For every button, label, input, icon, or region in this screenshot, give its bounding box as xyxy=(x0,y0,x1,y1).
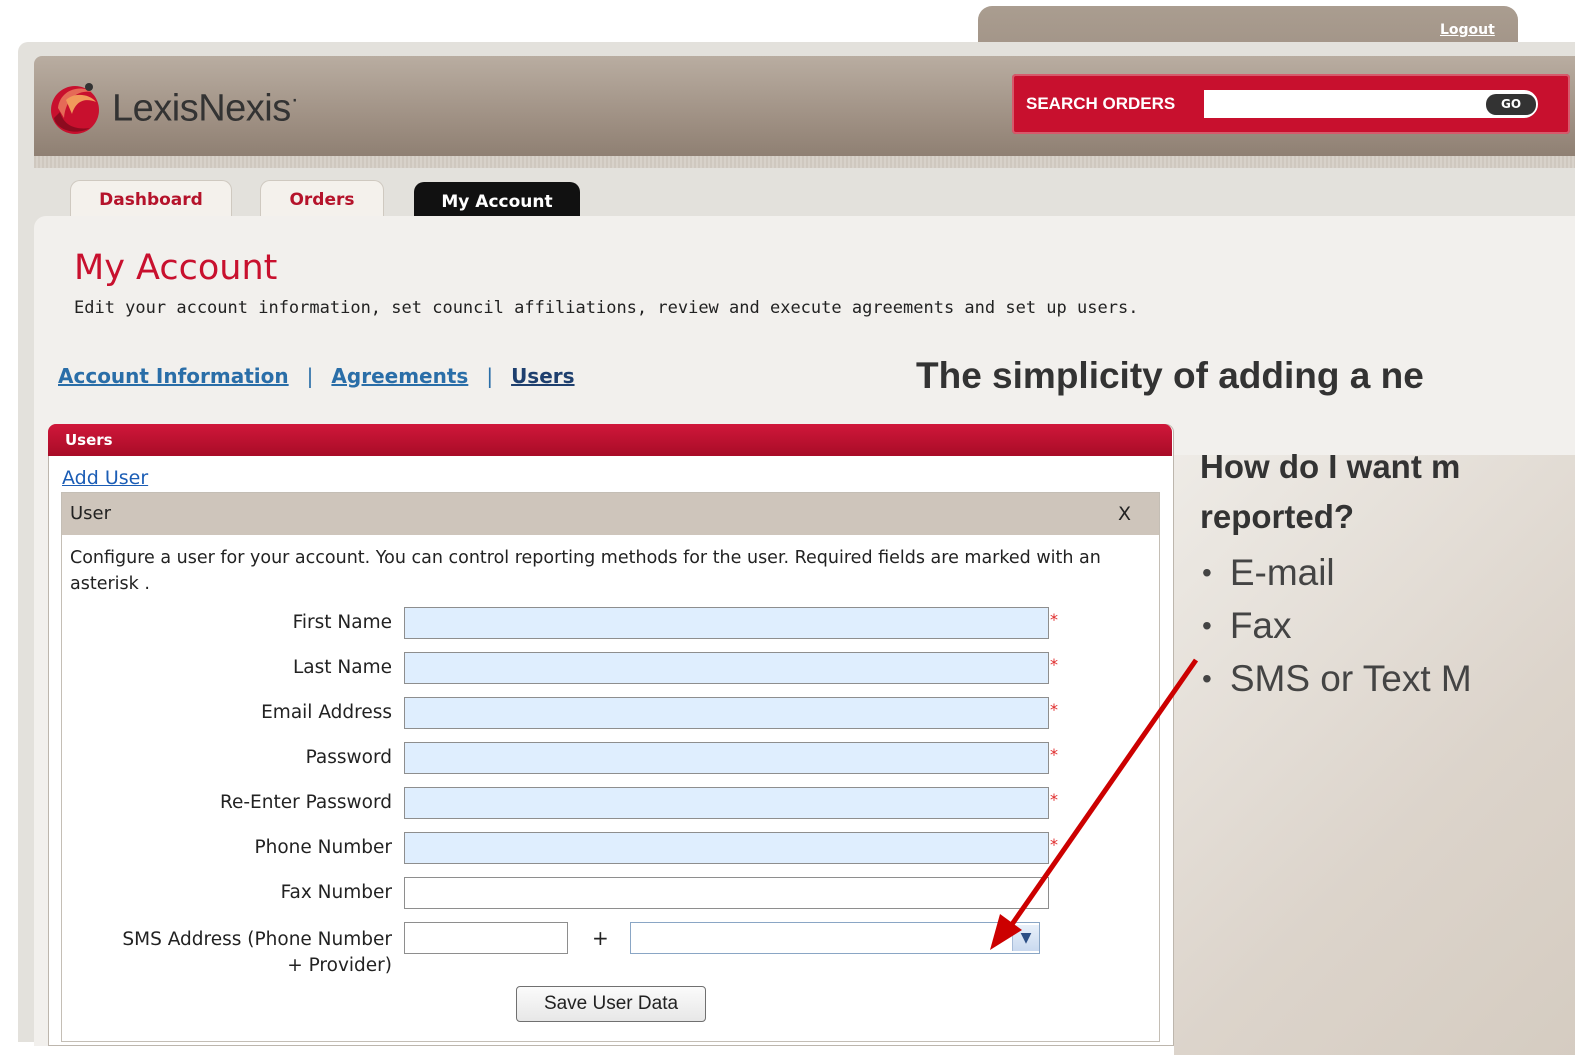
tab-dashboard[interactable]: Dashboard xyxy=(70,180,232,220)
sms-address-label: SMS Address (Phone Number + Provider) xyxy=(122,927,392,979)
logo-wordmark: LexisNexis· xyxy=(112,86,299,131)
required-mark: * xyxy=(1050,790,1058,809)
email-address-label: Email Address xyxy=(261,702,392,723)
subnav-users[interactable]: Users xyxy=(511,364,574,388)
sms-plus-sign: + xyxy=(592,926,609,950)
required-mark: * xyxy=(1050,700,1058,719)
required-mark: * xyxy=(1050,835,1058,854)
page-subtitle: Edit your account information, set counc… xyxy=(74,298,1139,318)
subnav-agreements[interactable]: Agreements xyxy=(331,364,468,388)
required-mark: * xyxy=(1050,610,1058,629)
user-form-intro: Configure a user for your account. You c… xyxy=(70,548,1101,594)
reenter-password-field[interactable] xyxy=(404,787,1049,819)
email-address-field[interactable] xyxy=(404,697,1049,729)
save-user-data-button[interactable]: Save User Data xyxy=(516,986,706,1022)
phone-number-label: Phone Number xyxy=(254,837,392,858)
logo-text: LexisNexis xyxy=(112,87,291,130)
users-section-header: Users xyxy=(48,424,1172,456)
last-name-field[interactable] xyxy=(404,652,1049,684)
callout-list-item: • Fax xyxy=(1202,605,1472,658)
callout-item-fax: Fax xyxy=(1229,605,1292,646)
required-mark: * xyxy=(1050,745,1058,764)
password-field[interactable] xyxy=(404,742,1049,774)
header-separator xyxy=(34,156,1575,168)
phone-number-field[interactable] xyxy=(404,832,1049,864)
reenter-password-label: Re-Enter Password xyxy=(219,792,392,813)
password-label: Password xyxy=(305,747,392,768)
lexisnexis-logo-icon xyxy=(51,83,99,134)
callout-question-line2: reported? xyxy=(1200,498,1355,535)
page-title: My Account xyxy=(74,248,278,288)
search-go-button[interactable]: GO xyxy=(1486,94,1536,115)
callout-title: The simplicity of adding a ne xyxy=(916,355,1424,396)
bullet-icon: • xyxy=(1202,610,1212,641)
sms-label-line2: + Provider) xyxy=(287,955,392,976)
last-name-label: Last Name xyxy=(293,657,392,678)
callout-question: How do I want m reported? xyxy=(1200,442,1575,542)
required-mark: * xyxy=(1050,655,1058,674)
sms-provider-select[interactable] xyxy=(630,922,1040,954)
callout-item-sms: SMS or Text M xyxy=(1229,658,1472,699)
first-name-label: First Name xyxy=(292,612,392,633)
tab-orders[interactable]: Orders xyxy=(260,180,384,220)
subnav-account-information[interactable]: Account Information xyxy=(58,364,289,388)
callout-list-item: • SMS or Text M xyxy=(1202,658,1472,711)
bullet-icon: • xyxy=(1202,663,1212,694)
chevron-down-icon[interactable]: ▼ xyxy=(1012,925,1039,951)
first-name-field[interactable] xyxy=(404,607,1049,639)
search-orders-label: SEARCH ORDERS xyxy=(1026,94,1176,113)
add-user-link[interactable]: Add User xyxy=(62,467,148,489)
callout-question-line1: How do I want m xyxy=(1200,448,1461,485)
callout-item-email: E-mail xyxy=(1229,552,1335,593)
sms-label-line1: SMS Address (Phone Number xyxy=(122,929,392,950)
callout-background xyxy=(1174,455,1575,1055)
user-form-title: User xyxy=(62,493,1159,535)
close-icon[interactable]: X xyxy=(1118,503,1131,525)
fax-number-label: Fax Number xyxy=(280,882,392,903)
logo-registered-mark: · xyxy=(290,86,299,113)
subnav-separator: | xyxy=(306,364,314,388)
fax-number-field[interactable] xyxy=(404,877,1049,909)
bullet-icon: • xyxy=(1202,557,1212,588)
logout-link[interactable]: Logout xyxy=(1440,22,1495,38)
account-subnav: Account Information | Agreements | Users xyxy=(58,364,575,388)
subnav-separator: | xyxy=(486,364,494,388)
callout-list: • E-mail • Fax • SMS or Text M xyxy=(1202,552,1472,711)
callout-list-item: • E-mail xyxy=(1202,552,1472,605)
sms-phone-field[interactable] xyxy=(404,922,568,954)
